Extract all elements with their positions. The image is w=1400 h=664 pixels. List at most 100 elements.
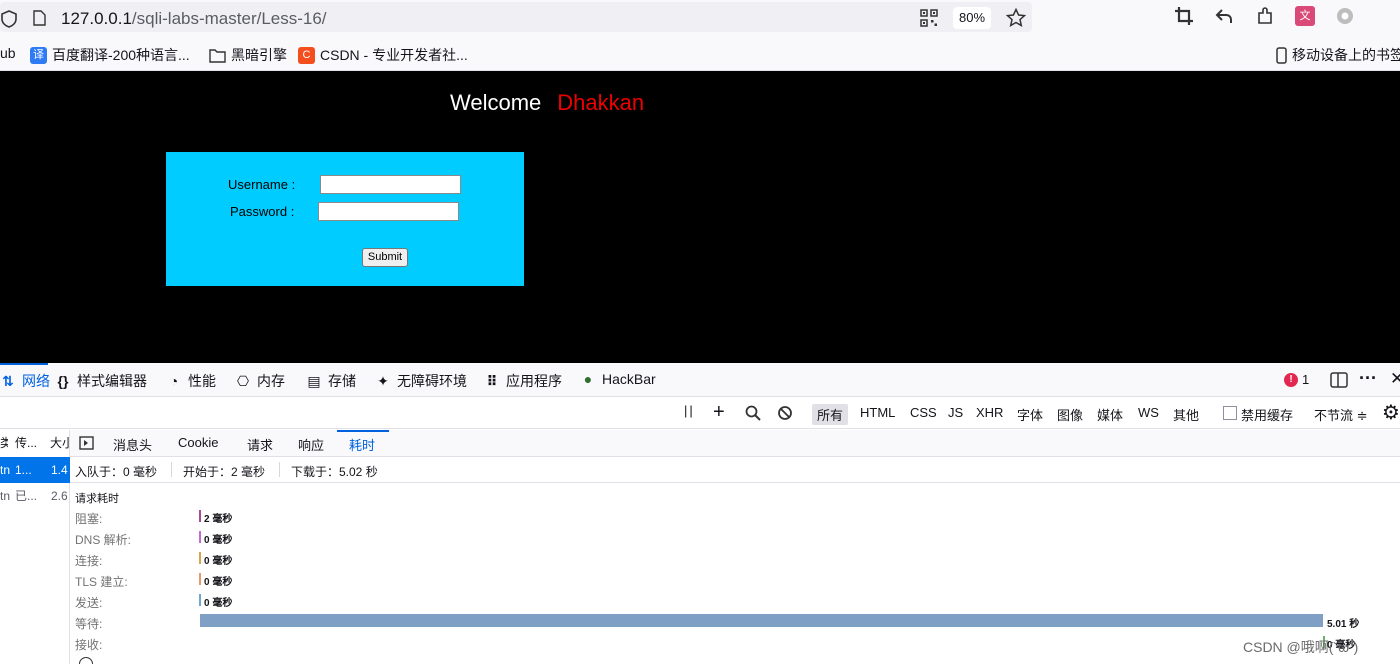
bookmark-star-icon[interactable]: [1006, 8, 1026, 28]
timing-bar-wait: [200, 614, 1323, 627]
tab-accessibility[interactable]: ✦ 无障碍环境: [375, 371, 467, 391]
queued-time: 入队于：0 毫秒: [75, 465, 158, 479]
downloaded-time: 下载于：5.02 秒: [291, 465, 378, 479]
filter-css[interactable]: CSS: [910, 405, 937, 420]
watermark: CSDN @哦啊(ˇωˇ): [1243, 639, 1359, 655]
bookmark-item[interactable]: ub: [0, 45, 16, 61]
filter-other[interactable]: 其他: [1173, 405, 1199, 424]
request-details-tabs: 消息头 Cookie 请求 响应 耗时: [70, 430, 1400, 457]
error-count-badge[interactable]: ! 1: [1284, 372, 1309, 387]
filter-html[interactable]: HTML: [860, 405, 895, 420]
grid-icon: ⠿: [486, 372, 498, 389]
gauge-icon: ◔: [169, 373, 179, 389]
url-field[interactable]: 127.0.0.1/sqli-labs-master/Less-16/ 80%: [0, 2, 1032, 32]
translate-extension-icon[interactable]: 文: [1295, 6, 1315, 26]
column-size[interactable]: 大小: [50, 430, 70, 457]
column-transferred[interactable]: 传...: [15, 430, 43, 457]
dock-layout-icon[interactable]: [1330, 372, 1348, 388]
filter-xhr[interactable]: XHR: [976, 405, 1003, 420]
crop-screenshot-icon[interactable]: [1174, 6, 1194, 26]
divider: [171, 462, 172, 477]
tab-storage[interactable]: ▤ 存储: [306, 371, 356, 391]
timing-label-wait: 等待:: [75, 617, 103, 631]
bookmark-folder-dark-engine[interactable]: 黑暗引擎: [209, 45, 287, 65]
tab-network[interactable]: ⇅ 网络: [0, 371, 50, 391]
memory-chip-icon: ⎔: [236, 372, 250, 389]
clear-block-icon[interactable]: [777, 405, 793, 421]
tab-memory[interactable]: ⎔ 内存: [235, 371, 285, 391]
timing-summary: 入队于：0 毫秒 开始于：2 毫秒 下载于：5.02 秒: [70, 457, 1400, 483]
filter-ws[interactable]: WS: [1138, 405, 1159, 420]
extensions-icon[interactable]: [1255, 6, 1275, 26]
toolbar: 127.0.0.1/sqli-labs-master/Less-16/ 80% …: [0, 0, 1400, 36]
bookmark-csdn[interactable]: C CSDN - 专业开发者社...: [298, 45, 468, 65]
started-time: 开始于：2 毫秒: [183, 465, 266, 479]
submit-button[interactable]: Submit: [362, 248, 408, 267]
toggle-sidebar-icon[interactable]: [79, 436, 94, 450]
tab-performance[interactable]: ◔ 性能: [166, 371, 216, 391]
timing-bar-tls: [199, 573, 201, 585]
filter-all[interactable]: 所有: [812, 404, 849, 425]
url-text[interactable]: 127.0.0.1/sqli-labs-master/Less-16/: [61, 9, 327, 29]
welcome-name: Dhakkan: [557, 90, 645, 115]
password-input[interactable]: [318, 202, 459, 221]
filter-images[interactable]: 图像: [1057, 405, 1083, 424]
profile-icon[interactable]: [1335, 6, 1355, 26]
tab-request[interactable]: 请求: [247, 435, 273, 454]
password-label: Password :: [230, 204, 295, 219]
welcome-heading: Welcome Dhakkan: [450, 90, 645, 115]
folder-icon: [209, 48, 226, 63]
tab-cookie[interactable]: Cookie: [178, 435, 218, 450]
request-row[interactable]: tn 已... 2.6: [0, 483, 70, 509]
timing-label-connect: 连接:: [75, 554, 103, 568]
timings-title: 请求耗时: [75, 493, 119, 505]
network-icon: ⇅: [2, 372, 14, 389]
tab-style-editor[interactable]: {} 样式编辑器: [55, 371, 147, 391]
bookmark-baidu-translate[interactable]: 译 百度翻译-200种语言...: [30, 45, 190, 65]
tab-headers[interactable]: 消息头: [113, 435, 152, 454]
qr-code-icon[interactable]: [920, 9, 938, 27]
tab-response[interactable]: 响应: [298, 435, 324, 454]
hackbar-icon: ●: [583, 371, 593, 387]
translate-icon: 译: [30, 46, 47, 64]
request-list: 类 传... 大小 tn 1... 1.4 tn 已... 2.6: [0, 430, 70, 664]
column-type[interactable]: 类: [0, 430, 8, 457]
timing-value-send: 0 毫秒: [204, 598, 233, 609]
timing-bar-blocked: [199, 510, 201, 522]
filter-media[interactable]: 媒体: [1097, 405, 1123, 424]
accessibility-icon: ✦: [377, 372, 389, 389]
active-detail-tab-indicator: [337, 430, 389, 432]
username-label: Username :: [228, 177, 296, 192]
pause-icon[interactable]: ||: [684, 403, 695, 418]
devtools-toolbar: ⇅ 网络 {} 样式编辑器 ◔ 性能 ⎔ 内存 ▤ 存储 ✦ 无障碍环境 ⠿ 应用程序 ● Ha…: [0, 363, 1400, 397]
throttling-select[interactable]: 不节流 ≑: [1314, 405, 1368, 424]
filter-js[interactable]: JS: [948, 405, 963, 420]
timing-value-dns: 0 毫秒: [204, 535, 233, 546]
settings-gear-icon[interactable]: ⚙: [1382, 400, 1400, 425]
mobile-device-icon: [1276, 46, 1287, 64]
filter-fonts[interactable]: 字体: [1017, 405, 1043, 424]
username-input[interactable]: [320, 175, 461, 194]
search-icon[interactable]: [745, 405, 761, 421]
timing-value-connect: 0 毫秒: [204, 556, 233, 567]
request-row[interactable]: tn 1... 1.4: [0, 457, 70, 483]
request-timings: 请求耗时 阻塞: 2 毫秒 DNS 解析: 0 毫秒 连接: 0 毫秒 TLS …: [70, 483, 1400, 664]
page-icon[interactable]: [33, 10, 46, 26]
active-tab-indicator: [0, 363, 48, 365]
shield-icon[interactable]: [1, 10, 17, 28]
tab-hackbar[interactable]: ● HackBar: [580, 371, 656, 387]
more-options-icon[interactable]: ···: [1359, 368, 1377, 389]
add-icon[interactable]: +: [713, 401, 725, 424]
tab-timings[interactable]: 耗时: [349, 435, 375, 454]
timing-label-receive: 接收:: [75, 638, 103, 652]
timing-label-dns: DNS 解析:: [75, 533, 132, 547]
close-devtools-icon[interactable]: ✕: [1390, 369, 1400, 389]
tab-application[interactable]: ⠿ 应用程序: [484, 371, 562, 391]
timing-label-tls: TLS 建立:: [75, 575, 128, 589]
timing-value-wait: 5.01 秒: [1327, 619, 1360, 630]
timing-value-tls: 0 毫秒: [204, 577, 233, 588]
zoom-level-button[interactable]: 80%: [953, 7, 991, 29]
back-arrow-icon[interactable]: [1214, 6, 1234, 26]
disable-cache-checkbox[interactable]: [1223, 406, 1237, 420]
mobile-bookmarks[interactable]: 移动设备上的书签: [1276, 45, 1400, 65]
